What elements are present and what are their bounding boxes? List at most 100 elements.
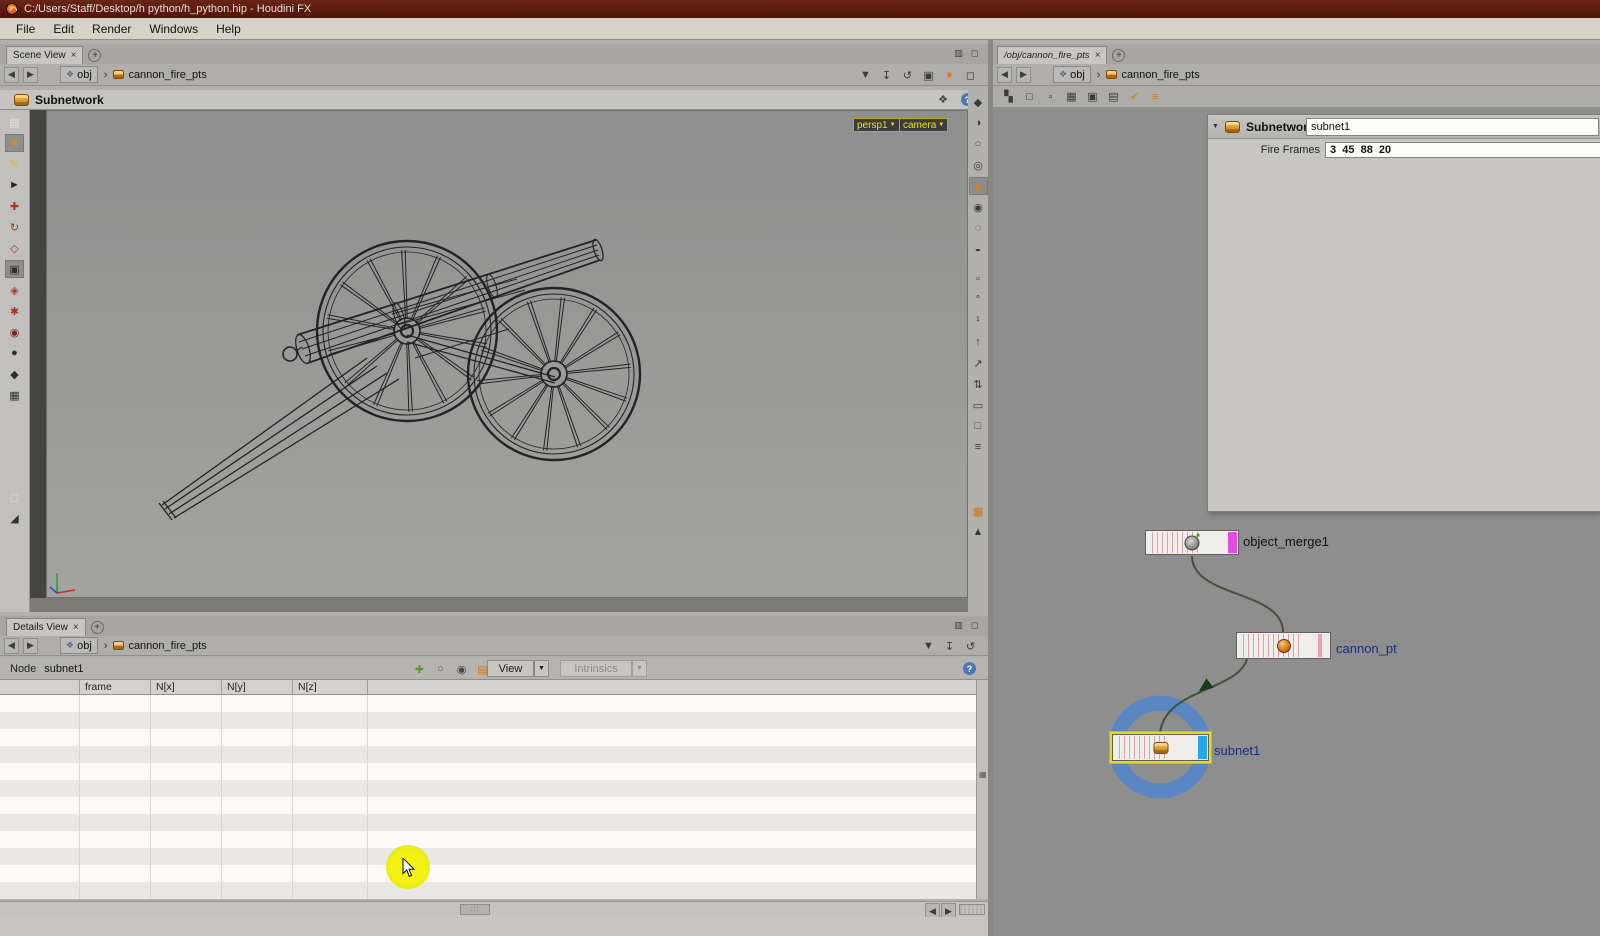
table-row[interactable]: [0, 695, 976, 712]
quad-view-icon[interactable]: ▦: [969, 502, 988, 520]
sculpt-tool-icon[interactable]: ✱: [5, 302, 24, 320]
view-layout-icon[interactable]: ◆: [969, 93, 988, 111]
add-tab-button[interactable]: +: [90, 621, 104, 634]
scrollbar-handle[interactable]: :::: [460, 904, 490, 915]
node-subnet1[interactable]: [1112, 734, 1209, 761]
add-tab-button[interactable]: +: [88, 49, 102, 62]
column-header-ny[interactable]: N[y]: [222, 680, 293, 695]
menu-edit[interactable]: Edit: [45, 20, 82, 38]
column-header-nz[interactable]: N[z]: [293, 680, 368, 695]
vector-display-icon[interactable]: ↗: [969, 354, 988, 372]
display-flag[interactable]: [1198, 736, 1207, 759]
close-tab-icon[interactable]: ×: [1095, 50, 1101, 61]
handles-tool-icon[interactable]: ▣: [5, 260, 24, 278]
camera-view-icon[interactable]: ▭: [969, 396, 988, 414]
points-mode-icon[interactable]: ○: [431, 660, 450, 678]
path-dropdown-icon[interactable]: ▼: [919, 637, 938, 655]
subnet-badge-icon[interactable]: ≡: [1146, 88, 1165, 106]
layout-nodes-icon[interactable]: ▦: [1062, 88, 1081, 106]
pin-path-icon[interactable]: ↧: [940, 637, 959, 655]
pane-maximize-icon[interactable]: ◻: [968, 47, 981, 60]
pane-split-icon[interactable]: ▥: [952, 47, 965, 60]
network-overview-icon[interactable]: ❖: [938, 93, 948, 106]
checkmark-icon[interactable]: ✔: [1125, 88, 1144, 106]
render-flag[interactable]: [1228, 532, 1237, 553]
nav-back-icon[interactable]: ◀: [4, 66, 19, 83]
cook-mode-icon[interactable]: ✚: [410, 660, 429, 678]
fit-view-icon[interactable]: ⇅: [969, 375, 988, 393]
group-select-icon[interactable]: ▫: [969, 270, 988, 288]
table-row[interactable]: [0, 865, 976, 882]
node-gallery-icon[interactable]: ▤: [1104, 88, 1123, 106]
close-tab-icon[interactable]: ×: [71, 50, 77, 61]
snapshot-icon[interactable]: □: [969, 417, 988, 435]
paint-tool-icon[interactable]: ◈: [5, 281, 24, 299]
table-row[interactable]: [0, 814, 976, 831]
normals-display-icon[interactable]: ↑: [969, 333, 988, 351]
smooth-shade-icon[interactable]: ◎: [969, 156, 988, 174]
grab-view-icon[interactable]: ◻: [5, 488, 24, 506]
column-header-nx[interactable]: N[x]: [151, 680, 222, 695]
pane-split-icon[interactable]: ▥: [952, 619, 965, 632]
column-header[interactable]: [0, 680, 80, 695]
fire-frames-field[interactable]: [1325, 142, 1600, 158]
node-name-field[interactable]: [1306, 118, 1599, 136]
path-node-crumb[interactable]: cannon_fire_pts: [113, 69, 207, 81]
resize-grid-icon[interactable]: ▦: [979, 770, 987, 779]
table-row[interactable]: [0, 763, 976, 780]
mask-tool-icon[interactable]: ◉: [5, 323, 24, 341]
render-view-icon[interactable]: ●: [940, 66, 959, 84]
add-tab-button[interactable]: +: [1112, 49, 1126, 62]
path-dropdown-icon[interactable]: ▼: [856, 66, 875, 84]
close-tab-icon[interactable]: ×: [73, 622, 79, 633]
clapper-icon[interactable]: ▣: [919, 66, 938, 84]
snap-gravity-icon[interactable]: ◢: [5, 509, 24, 527]
column-header-frame[interactable]: frame: [80, 680, 151, 695]
flag-stripe[interactable]: [1318, 634, 1322, 657]
scroll-more-icon[interactable]: ▲: [969, 523, 988, 541]
table-row[interactable]: [0, 797, 976, 814]
view-tool-icon[interactable]: ●: [5, 134, 24, 152]
wireframe-icon[interactable]: ○: [969, 135, 988, 153]
box-primitive-icon[interactable]: ▦: [5, 386, 24, 404]
view-dropdown[interactable]: View: [487, 660, 534, 677]
scale-tool-icon[interactable]: ◇: [5, 239, 24, 257]
path-root-chip[interactable]: ❖ obj: [60, 66, 98, 83]
table-row[interactable]: [0, 712, 976, 729]
pose-library-icon[interactable]: ▤: [5, 113, 24, 131]
prims-mode-icon[interactable]: ◉: [452, 660, 471, 678]
help-icon[interactable]: ?: [963, 662, 976, 675]
table-row[interactable]: [0, 746, 976, 763]
frame-all-icon[interactable]: □: [1020, 88, 1039, 106]
sphere-primitive-icon[interactable]: ●: [5, 344, 24, 362]
select-tool-icon[interactable]: ►: [5, 176, 24, 194]
ghost-objects-icon[interactable]: ◉: [969, 198, 988, 216]
bone-tool-icon[interactable]: ◆: [5, 365, 24, 383]
edit-tool-icon[interactable]: ✎: [5, 155, 24, 173]
node-field-value[interactable]: subnet1: [44, 663, 83, 675]
table-row[interactable]: [0, 729, 976, 746]
persp-view-label[interactable]: persp1 ▼: [853, 118, 900, 132]
table-row[interactable]: [0, 882, 976, 899]
nav-back-icon[interactable]: ◀: [997, 66, 1012, 83]
tab-details-view[interactable]: Details View ×: [6, 618, 86, 636]
float-pane-icon[interactable]: ◻: [961, 66, 980, 84]
nav-forward-icon[interactable]: ▶: [1016, 66, 1031, 83]
node-object-merge1[interactable]: [1145, 530, 1239, 555]
path-root-chip[interactable]: ❖ obj: [60, 637, 98, 654]
details-hscrollbar[interactable]: ::: ◀ ▶: [0, 901, 988, 919]
view-dropdown-arrow[interactable]: ▼: [534, 660, 549, 677]
table-row[interactable]: [0, 848, 976, 865]
hidden-line-icon[interactable]: ◌: [969, 219, 988, 237]
path-node-crumb[interactable]: cannon_fire_pts: [113, 640, 207, 652]
node-cannon-pt[interactable]: [1236, 632, 1331, 659]
table-row[interactable]: [0, 780, 976, 797]
shading-mode-icon[interactable]: ◑: [969, 114, 988, 132]
table-row[interactable]: [0, 831, 976, 848]
nav-back-icon[interactable]: ◀: [4, 637, 19, 654]
menu-file[interactable]: File: [8, 20, 43, 38]
pin-path-icon[interactable]: ↧: [877, 66, 896, 84]
sync-path-icon[interactable]: ↺: [961, 637, 980, 655]
menu-windows[interactable]: Windows: [141, 20, 206, 38]
pane-maximize-icon[interactable]: ◻: [968, 619, 981, 632]
